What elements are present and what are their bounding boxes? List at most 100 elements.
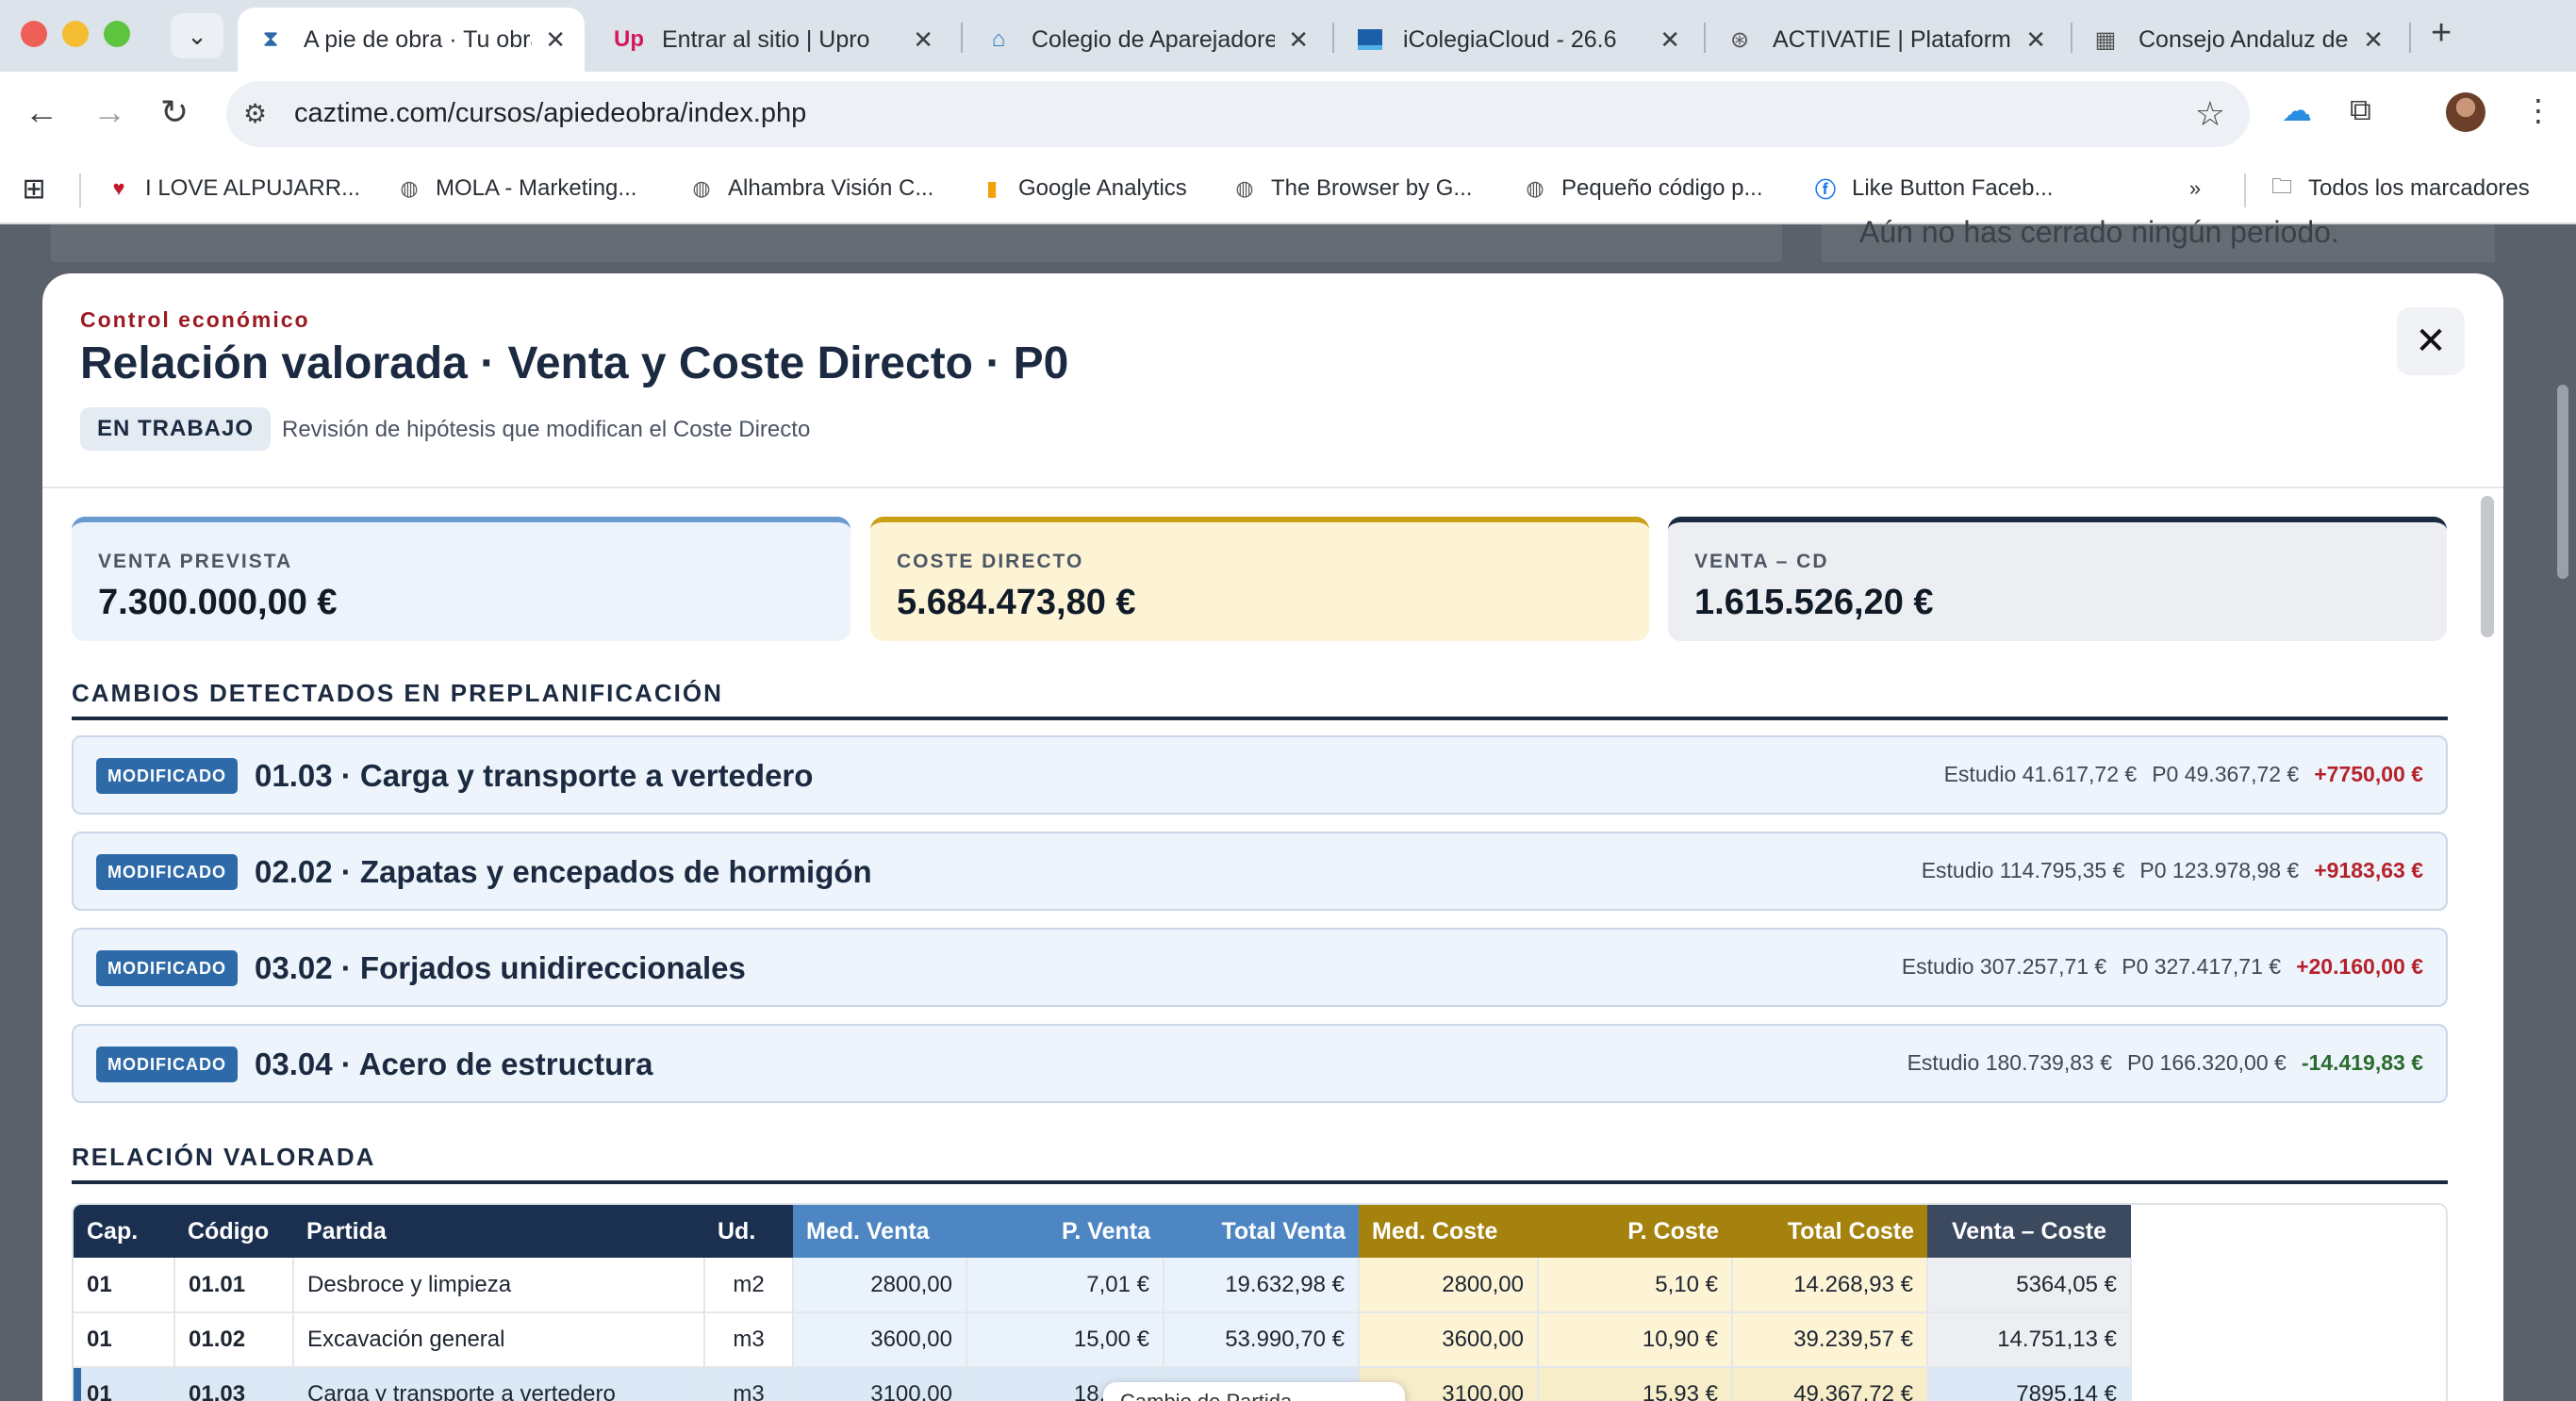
site-info-icon[interactable]: ⚙ <box>243 98 267 129</box>
close-window-button[interactable] <box>21 21 47 47</box>
bookmark-item[interactable]: ⓕ Like Button Faceb... <box>1812 175 2053 202</box>
modified-badge: MODIFICADO <box>96 1047 238 1082</box>
bookmark-item[interactable]: ▮ Google Analytics <box>979 175 1187 202</box>
change-item[interactable]: MODIFICADO 03.04 · Acero de estructura E… <box>72 1024 2448 1103</box>
change-figures: Estudio 180.739,83 € P0 166.320,00 € -14… <box>1907 1050 2423 1075</box>
modified-badge: MODIFICADO <box>96 950 238 986</box>
change-figures: Estudio 114.795,35 € P0 123.978,98 € +91… <box>1921 858 2423 882</box>
tab-colegio-aparejadores[interactable]: ⌂ Colegio de Aparejadores ✕ <box>966 8 1328 72</box>
avatar[interactable] <box>2446 92 2485 132</box>
close-tab-icon[interactable]: ✕ <box>545 25 566 55</box>
bookmark-item[interactable]: ◍ MOLA - Marketing... <box>396 175 636 202</box>
url-text[interactable]: caztime.com/cursos/apiedeobra/index.php <box>294 98 806 129</box>
close-tab-icon[interactable]: ✕ <box>1660 25 1680 55</box>
change-delta: -14.419,83 € <box>2301 1050 2423 1075</box>
change-item[interactable]: MODIFICADO 01.03 · Carga y transporte a … <box>72 735 2448 815</box>
change-delta: +7750,00 € <box>2314 762 2423 786</box>
col-p-coste[interactable]: P. Coste <box>1538 1205 1732 1258</box>
house-icon: ⌂ <box>991 26 1006 52</box>
change-name: 01.03 · Carga y transporte a vertedero <box>255 758 814 793</box>
bookmark-item[interactable]: ♥ I LOVE ALPUJARR... <box>106 175 360 202</box>
all-bookmarks[interactable]: 🗀 Todos los marcadores <box>2269 174 2530 202</box>
heart-icon: ♥ <box>112 176 125 200</box>
col-venta-coste[interactable]: Venta – Coste <box>1927 1205 2131 1258</box>
col-med-venta[interactable]: Med. Venta <box>793 1205 966 1258</box>
col-partida[interactable]: Partida <box>293 1205 704 1258</box>
globe-icon: ◍ <box>1235 176 1254 200</box>
tab-separator <box>1332 23 1334 53</box>
close-tab-icon[interactable]: ✕ <box>2025 25 2046 55</box>
relacion-valorada-table: Cap. Código Partida Ud. Med. Venta P. Ve… <box>72 1203 2448 1401</box>
tab-search-button[interactable]: ⌄ <box>171 13 223 58</box>
browser-toolbar: ← → ↻ ⚙ caztime.com/cursos/apiedeobra/in… <box>0 72 2576 157</box>
analytics-icon: ▮ <box>985 176 999 200</box>
icloud-extension-icon[interactable]: ☁ <box>2282 92 2312 128</box>
reload-button[interactable]: ↻ <box>160 92 189 132</box>
col-med-coste[interactable]: Med. Coste <box>1359 1205 1538 1258</box>
council-icon: ▦ <box>2094 26 2117 53</box>
kpi-venta-prevista: VENTA PREVISTA 7.300.000,00 € <box>72 517 850 641</box>
tab-upro[interactable]: Up Entrar al sitio | Upro ✕ <box>596 8 952 72</box>
tab-a-pie-de-obra[interactable]: ⧗ A pie de obra · Tu obra ✕ <box>238 8 585 72</box>
kpi-venta-menos-cd: VENTA – CD 1.615.526,20 € <box>1668 517 2447 641</box>
close-icon: ✕ <box>2415 321 2447 362</box>
col-total-venta[interactable]: Total Venta <box>1164 1205 1359 1258</box>
col-ud[interactable]: Ud. <box>704 1205 793 1258</box>
extensions-icon[interactable]: ⧉ <box>2350 92 2371 128</box>
col-total-coste[interactable]: Total Coste <box>1732 1205 1927 1258</box>
facebook-icon: ⓕ <box>1814 178 1836 202</box>
address-bar[interactable]: ⚙ caztime.com/cursos/apiedeobra/index.ph… <box>226 81 2250 147</box>
browser-tab-bar: ⌄ ⧗ A pie de obra · Tu obra ✕ Up Entrar … <box>0 0 2576 72</box>
col-cap[interactable]: Cap. <box>74 1205 174 1258</box>
page-scrollbar[interactable] <box>2557 385 2568 579</box>
tab-activatie[interactable]: ⊛ ACTIVATIE | Plataforma ✕ <box>1707 8 2065 72</box>
close-tab-icon[interactable]: ✕ <box>2363 25 2384 55</box>
new-tab-button[interactable]: + <box>2431 13 2452 54</box>
section-divider <box>72 1180 2448 1184</box>
tab-separator <box>1704 23 1706 53</box>
modal-scrollbar[interactable] <box>2481 496 2494 637</box>
tab-icolegiacloud[interactable]: iColegiaCloud - 26.6 ✕ <box>1337 8 1699 72</box>
col-codigo[interactable]: Código <box>174 1205 293 1258</box>
maximize-window-button[interactable] <box>104 21 130 47</box>
col-p-venta[interactable]: P. Venta <box>966 1205 1164 1258</box>
close-tab-icon[interactable]: ✕ <box>913 25 933 55</box>
modified-badge: MODIFICADO <box>96 854 238 890</box>
close-tab-icon[interactable]: ✕ <box>1288 25 1309 55</box>
change-figures: Estudio 307.257,71 € P0 327.417,71 € +20… <box>1901 954 2423 979</box>
change-delta: +20.160,00 € <box>2296 954 2423 979</box>
table-row[interactable]: 01 01.01 Desbroce y limpieza m2 2800,00 … <box>74 1258 2132 1313</box>
tab-consejo-andaluz[interactable]: ▦ Consejo Andaluz de C ✕ <box>2072 8 2403 72</box>
folder-icon: 🗀 <box>2271 174 2292 198</box>
table-row[interactable]: 01 01.02 Excavación general m3 3600,00 1… <box>74 1312 2132 1368</box>
bookmark-star-icon[interactable]: ☆ <box>2195 94 2225 134</box>
apps-grid-icon[interactable]: ⊞ <box>21 173 60 205</box>
change-item[interactable]: MODIFICADO 02.02 · Zapatas y encepados d… <box>72 832 2448 911</box>
bookmark-item[interactable]: ◍ Pequeño código p... <box>1522 175 1762 202</box>
kpi-coste-directo: COSTE DIRECTO 5.684.473,80 € <box>870 517 1649 641</box>
more-bookmarks-icon[interactable]: » <box>2182 175 2221 202</box>
reload-icon: ↻ <box>160 92 190 131</box>
minimize-window-button[interactable] <box>62 21 89 47</box>
bookmark-item[interactable]: ◍ The Browser by G... <box>1231 175 1472 202</box>
change-item[interactable]: MODIFICADO 03.02 · Forjados unidireccion… <box>72 928 2448 1007</box>
back-button[interactable]: ← <box>25 92 58 132</box>
row-tooltip: Cambio de Partida <box>1103 1382 1405 1401</box>
status-badge: EN TRABAJO <box>80 407 272 451</box>
table-row-highlighted[interactable]: 01 01.03 Carga y transporte a vertedero … <box>74 1367 2132 1401</box>
menu-icon[interactable]: ⋮ <box>2523 92 2553 128</box>
bookmarks-separator <box>2244 173 2246 207</box>
change-delta: +9183,63 € <box>2314 858 2423 882</box>
section-divider <box>72 717 2448 720</box>
close-modal-button[interactable]: ✕ <box>2397 307 2465 375</box>
arrow-right-icon: → <box>92 92 126 131</box>
bookmark-item[interactable]: ◍ Alhambra Visión C... <box>688 175 933 202</box>
change-name: 03.04 · Acero de estructura <box>255 1047 653 1081</box>
relacion-valorada-modal: Control económico Relación valorada · Ve… <box>42 273 2503 1401</box>
table-header-row: Cap. Código Partida Ud. Med. Venta P. Ve… <box>74 1205 2131 1258</box>
change-name: 02.02 · Zapatas y encepados de hormigón <box>255 854 872 889</box>
plus-icon: + <box>2431 13 2452 53</box>
modal-title: Relación valorada · Venta y Coste Direct… <box>80 338 1069 388</box>
hourglass-icon: ⧗ <box>262 26 279 52</box>
forward-button[interactable]: → <box>92 92 126 132</box>
